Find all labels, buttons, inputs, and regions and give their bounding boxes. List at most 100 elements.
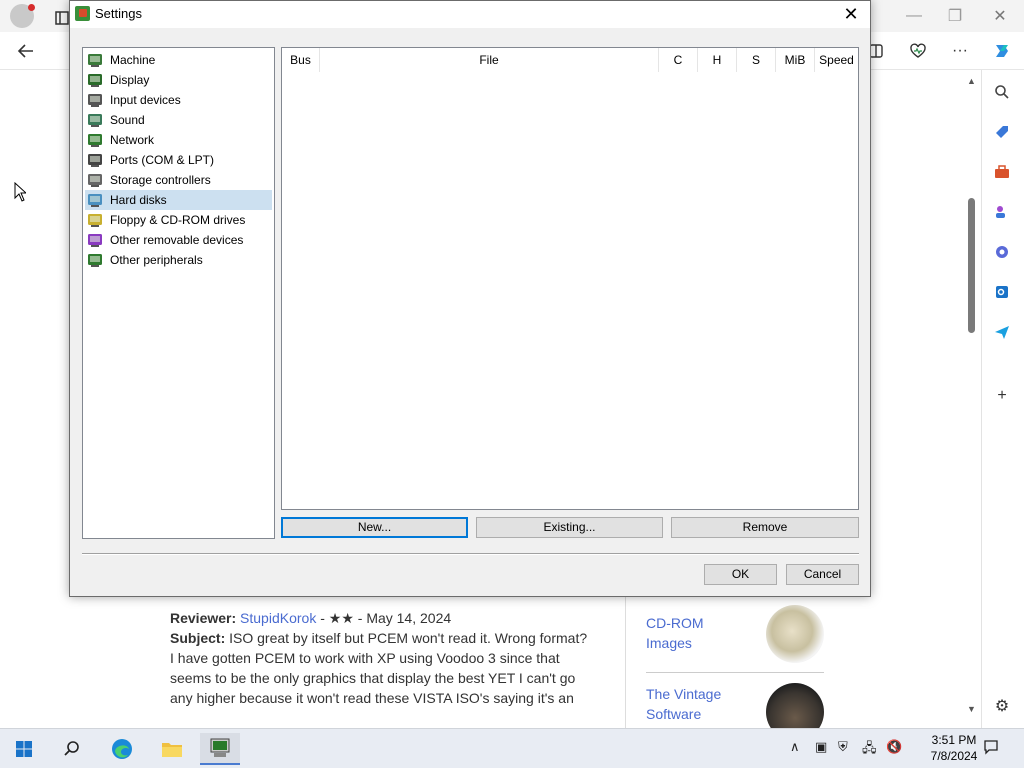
tree-item-other-peripherals[interactable]: Other peripherals — [85, 250, 272, 270]
review-body: I have gotten PCEM to work with XP using… — [170, 650, 576, 706]
system-clock[interactable]: 3:51 PM 7/8/2024 — [924, 732, 984, 764]
list-header: Bus File C H S MiB Speed — [282, 48, 858, 72]
tree-item-input-devices[interactable]: Input devices — [85, 90, 272, 110]
removable-devices-icon — [87, 232, 103, 248]
page-scrollbar[interactable]: ▲ ▼ — [967, 70, 977, 718]
column-header-s[interactable]: S — [737, 48, 776, 72]
hard-disk-icon — [87, 192, 103, 208]
column-header-file[interactable]: File — [320, 48, 659, 72]
subject-text: ISO great by itself but PCEM won't read … — [225, 630, 588, 646]
related-link-cdrom-images[interactable]: CD-ROM Images — [646, 613, 746, 653]
tools-icon[interactable] — [990, 160, 1014, 184]
review-header: Reviewer: StupidKorok - ★★ - May 14, 202… — [170, 608, 590, 628]
card-separator — [646, 672, 824, 673]
mouse-cursor-icon — [14, 181, 28, 207]
new-disk-button[interactable]: New... — [281, 517, 468, 538]
hard-disk-list[interactable]: Bus File C H S MiB Speed — [281, 47, 859, 510]
tree-item-floppy-cd-rom-drives[interactable]: Floppy & CD-ROM drives — [85, 210, 272, 230]
microsoft365-icon[interactable] — [990, 240, 1014, 264]
tree-item-machine[interactable]: Machine — [85, 50, 272, 70]
column-header-c[interactable]: C — [659, 48, 698, 72]
close-icon[interactable]: ✕ — [838, 3, 864, 25]
dialog-titlebar: Settings ✕ — [70, 1, 870, 28]
dialog-separator — [82, 553, 859, 555]
minimize-icon[interactable]: — — [902, 4, 926, 28]
existing-disk-button[interactable]: Existing... — [476, 517, 663, 538]
notification-dot — [28, 4, 35, 11]
volume-muted-icon[interactable]: 🔇 — [886, 739, 902, 755]
scroll-up-icon[interactable]: ▲ — [967, 76, 976, 86]
search-icon[interactable] — [990, 80, 1014, 104]
tree-item-ports-com-lpt[interactable]: Ports (COM & LPT) — [85, 150, 272, 170]
settings-dialog: Settings ✕ Machine Display Input devices So… — [69, 0, 871, 597]
column-header-speed[interactable]: Speed — [815, 48, 858, 72]
tree-item-label: Hard disks — [110, 193, 167, 207]
send-icon[interactable] — [990, 320, 1014, 344]
file-explorer-icon[interactable] — [152, 733, 192, 765]
edge-browser-icon[interactable] — [102, 733, 142, 765]
show-hidden-icons-icon[interactable]: ∧ — [790, 739, 800, 755]
taskbar: ∧ ▣ ⛨ 🖧 🔇 3:51 PM 7/8/2024 — [0, 728, 1024, 768]
copilot-icon[interactable] — [990, 39, 1014, 63]
remove-disk-button[interactable]: Remove — [671, 517, 859, 538]
peripherals-icon — [87, 252, 103, 268]
outlook-icon[interactable] — [990, 280, 1014, 304]
tree-item-display[interactable]: Display — [85, 70, 272, 90]
tree-item-other-removable-devices[interactable]: Other removable devices — [85, 230, 272, 250]
add-icon[interactable]: + — [990, 384, 1014, 408]
machine-icon — [87, 52, 103, 68]
column-header-mib[interactable]: MiB — [776, 48, 815, 72]
tree-item-network[interactable]: Network — [85, 130, 272, 150]
input-devices-icon — [87, 92, 103, 108]
meet-now-icon[interactable]: ▣ — [815, 739, 827, 755]
cancel-button[interactable]: Cancel — [786, 564, 859, 585]
clock-date: 7/8/2024 — [930, 749, 978, 763]
security-icon[interactable]: ⛨ — [838, 739, 848, 755]
sidebar-divider — [981, 70, 982, 728]
sound-icon — [87, 112, 103, 128]
tree-item-storage-controllers[interactable]: Storage controllers — [85, 170, 272, 190]
tree-item-label: Ports (COM & LPT) — [110, 153, 215, 167]
shopping-tag-icon[interactable] — [990, 120, 1014, 144]
tree-item-sound[interactable]: Sound — [85, 110, 272, 130]
reviewer-link[interactable]: StupidKorok — [240, 610, 316, 626]
tree-item-label: Other peripherals — [110, 253, 203, 267]
tree-item-label: Machine — [110, 53, 156, 67]
emulator-app-icon[interactable] — [200, 733, 240, 765]
tree-item-label: Other removable devices — [110, 233, 244, 247]
notifications-icon[interactable] — [983, 739, 999, 758]
related-link-vintage-software[interactable]: The Vintage Software — [646, 684, 746, 724]
browser-essentials-icon[interactable] — [906, 39, 930, 63]
tree-item-label: Storage controllers — [110, 173, 211, 187]
column-header-h[interactable]: H — [698, 48, 737, 72]
clock-time: 3:51 PM — [931, 733, 977, 747]
floppy-cdrom-icon — [87, 212, 103, 228]
column-header-bus[interactable]: Bus — [282, 48, 320, 72]
settings-category-tree[interactable]: Machine Display Input devices Sound Network P… — [82, 47, 275, 539]
network-tray-icon[interactable]: 🖧 — [862, 739, 877, 761]
start-windows-icon[interactable] — [4, 733, 44, 765]
tree-item-label: Input devices — [110, 93, 181, 107]
storage-controllers-icon — [87, 172, 103, 188]
tree-item-label: Display — [110, 73, 150, 87]
more-options-icon[interactable]: ··· — [948, 39, 972, 63]
tree-item-hard-disks[interactable]: Hard disks — [85, 190, 272, 210]
close-window-icon[interactable]: ✕ — [988, 4, 1012, 28]
back-arrow-icon[interactable] — [14, 39, 38, 63]
tree-item-label: Network — [110, 133, 155, 147]
ports-icon — [87, 152, 103, 168]
ok-button[interactable]: OK — [704, 564, 777, 585]
scroll-down-icon[interactable]: ▼ — [967, 704, 976, 714]
restore-icon[interactable]: ❐ — [943, 4, 967, 28]
games-icon[interactable] — [990, 200, 1014, 224]
dialog-title: Settings — [95, 6, 142, 21]
cdrom-images-thumbnail[interactable] — [766, 605, 824, 663]
display-icon — [87, 72, 103, 88]
review-subject: Subject: ISO great by itself but PCEM wo… — [170, 628, 590, 648]
tree-item-label: Sound — [110, 113, 145, 127]
related-collections: CD-ROM Images The Vintage Software — [625, 597, 845, 741]
settings-gear-icon[interactable]: ⚙ — [990, 694, 1014, 718]
taskbar-search-icon[interactable] — [52, 733, 92, 765]
scroll-thumb[interactable] — [968, 198, 975, 333]
reviewer-label: Reviewer: — [170, 610, 237, 626]
